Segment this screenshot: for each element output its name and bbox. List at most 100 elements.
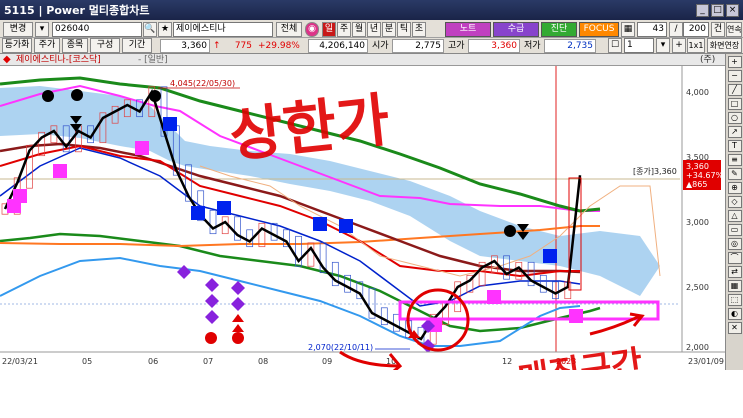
trough-annotation: 2,070(22/10/11) — [308, 343, 373, 352]
magenta-square-marker — [53, 164, 67, 178]
current-change: ▲865 — [686, 180, 707, 189]
grid-icon[interactable]: ▦ — [621, 22, 635, 37]
y-tick-label: 4,000 — [686, 88, 709, 97]
tab-tick[interactable]: 틱 — [397, 22, 411, 37]
x-tick-label: 05 — [82, 357, 92, 366]
x-tick-label: 08 — [258, 357, 268, 366]
record-icon[interactable]: ◉ — [305, 22, 319, 37]
stock-code-input[interactable]: 026040 — [52, 22, 142, 37]
current-price: 3,360 — [160, 39, 210, 53]
tab-year[interactable]: 년 — [367, 22, 381, 37]
tool-icon-16[interactable]: ⇄ — [727, 266, 742, 278]
blue-square-marker — [191, 206, 205, 220]
adjusted-price-button[interactable]: 등가화 — [2, 38, 32, 53]
chevron-down-icon[interactable]: ▾ — [656, 38, 670, 53]
toolbar-row-2: 등가화 주가 종목 구성 기간 3,360 ↑ 775 +29.98% 4,20… — [0, 38, 743, 54]
focus-button[interactable]: FOCUS — [579, 22, 619, 37]
high-label: 고가 — [448, 41, 465, 51]
y-tick-label: 3,000 — [686, 218, 709, 227]
mode-select[interactable]: 변경 — [3, 22, 33, 37]
diagnosis-button[interactable]: 진단 — [541, 22, 577, 37]
open-label: 시가 — [372, 41, 389, 51]
count-input[interactable]: 43 — [637, 22, 667, 37]
current-price-label: [종가]3,360 — [633, 167, 677, 176]
purple-diamond-marker — [205, 278, 219, 292]
x-tick-label: 07 — [203, 357, 213, 366]
black-circle-marker — [504, 225, 516, 237]
zoom-in-icon[interactable]: + — [727, 56, 742, 68]
lower-panel — [0, 370, 743, 418]
up-arrow-icon: ↑ — [213, 41, 221, 51]
checkbox-icon[interactable]: ☐ — [608, 38, 622, 53]
purple-diamond-marker — [177, 265, 191, 279]
zoom-button[interactable]: 1x1 — [687, 38, 705, 53]
window-titlebar: 5115 | Power 멀티종합차트 _ □ × — [0, 0, 743, 20]
tab-minute[interactable]: 분 — [382, 22, 396, 37]
tool-icon-17[interactable]: ▦ — [727, 280, 742, 292]
blue-square-marker — [339, 219, 353, 233]
fib-icon[interactable]: ≡ — [727, 154, 742, 166]
erase-icon[interactable]: ✎ — [727, 168, 742, 180]
plus-icon[interactable]: + — [672, 38, 686, 53]
stock-button[interactable]: 종목 — [62, 38, 88, 53]
tab-week[interactable]: 주 — [337, 22, 351, 37]
candle — [380, 307, 388, 326]
tool-icon-12[interactable]: △ — [727, 210, 742, 222]
tool-icon-19[interactable]: ◐ — [727, 308, 742, 320]
magenta-square-marker — [135, 141, 149, 155]
box-icon[interactable]: □ — [727, 98, 742, 110]
config-button[interactable]: 구성 — [90, 38, 120, 53]
candle — [209, 209, 217, 235]
circle-icon[interactable]: ○ — [727, 112, 742, 124]
x-tick-label: 09 — [322, 357, 332, 366]
x-tick-label: 06 — [148, 357, 158, 366]
price-chart[interactable]: 4,045(22/05/30) 2,070(22/10/11) [종가]3,36… — [0, 66, 725, 400]
current-price-value: 3,360 — [686, 162, 709, 171]
x-tick-label: 23/01/09 — [688, 357, 724, 366]
price-button[interactable]: 주가 — [34, 38, 60, 53]
tab-day[interactable]: 일 — [322, 22, 336, 37]
tool-icon-20[interactable]: ✕ — [727, 322, 742, 334]
line-icon[interactable]: ╱ — [727, 84, 742, 96]
current-change-pct: +34.67% — [686, 171, 724, 180]
all-button[interactable]: 전체 — [276, 22, 302, 37]
tab-second[interactable]: 초 — [412, 22, 426, 37]
volume-value: 4,206,140 — [308, 39, 368, 53]
period-button[interactable]: 기간 — [122, 38, 152, 53]
blue-square-marker — [313, 217, 327, 231]
chart-header: ◆ 제이에스티나-[코스닥] - [일반] (주) — [0, 54, 743, 66]
tool-icon-11[interactable]: ◇ — [727, 196, 742, 208]
star-icon[interactable]: ★ — [158, 22, 172, 37]
search-icon[interactable]: 🔍 — [143, 22, 157, 37]
continuous-button[interactable]: 연속 — [726, 22, 742, 37]
tool-icon-18[interactable]: ⬚ — [727, 294, 742, 306]
supply-button[interactable]: 수급 — [493, 22, 539, 37]
chevron-down-icon[interactable]: ▾ — [35, 22, 49, 37]
maximize-button[interactable]: □ — [711, 3, 724, 17]
page-input[interactable]: 1 — [624, 38, 654, 53]
minimize-button[interactable]: _ — [696, 3, 709, 17]
blue-square-marker — [217, 201, 231, 215]
total-input[interactable]: 200 — [683, 22, 709, 37]
view-unit[interactable]: 건 — [711, 22, 725, 37]
text-icon[interactable]: T — [727, 140, 742, 152]
candle — [539, 274, 547, 293]
blue-square-marker — [543, 249, 557, 263]
tool-icon-14[interactable]: ◎ — [727, 238, 742, 250]
chart-canvas[interactable]: 4,045(22/05/30) 2,070(22/10/11) [종가]3,36… — [0, 66, 725, 400]
arrow-icon[interactable]: ↗ — [727, 126, 742, 138]
tab-month[interactable]: 월 — [352, 22, 366, 37]
note-button[interactable]: 노트 — [445, 22, 491, 37]
close-button[interactable]: × — [726, 3, 739, 17]
black-circle-marker — [149, 90, 161, 102]
tool-icon-15[interactable]: ⌒ — [727, 252, 742, 264]
x-tick-label: 12 — [502, 357, 512, 366]
bookmark-icon[interactable]: ◆ — [3, 54, 11, 66]
red-triangle-marker — [232, 324, 244, 332]
tool-icon-10[interactable]: ⊕ — [727, 182, 742, 194]
slash-icon: / — [669, 22, 683, 37]
zoom-out-icon[interactable]: − — [727, 70, 742, 82]
screen-extend-button[interactable]: 화면연장 — [707, 38, 742, 53]
tool-icon-13[interactable]: ▭ — [727, 224, 742, 236]
purple-diamond-marker — [205, 294, 219, 308]
